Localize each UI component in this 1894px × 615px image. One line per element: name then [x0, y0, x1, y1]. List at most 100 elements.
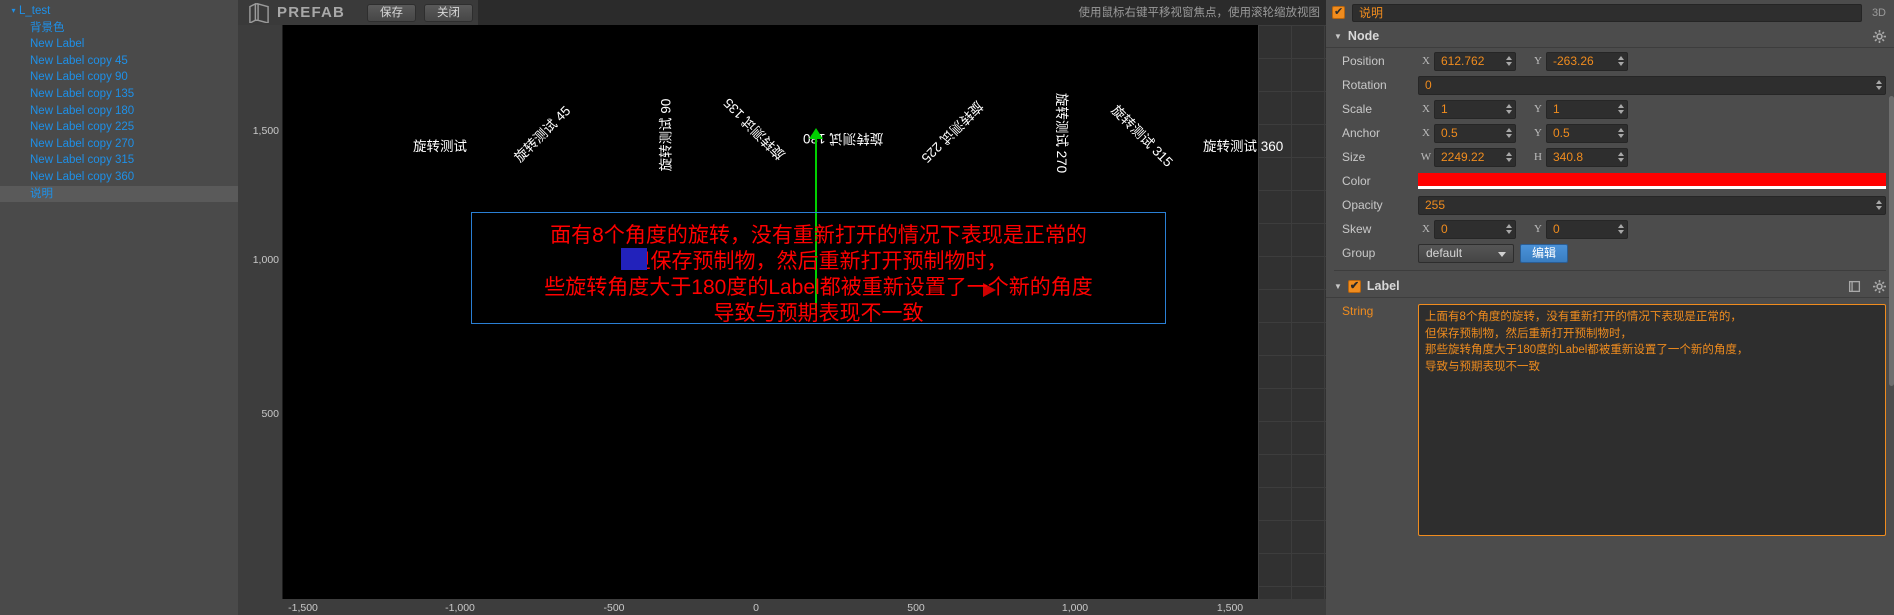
skew-y-input[interactable]: 0 [1546, 219, 1628, 239]
label-enabled-checkbox[interactable] [1347, 279, 1361, 293]
node-section-header[interactable]: ▼ Node [1326, 25, 1894, 48]
scene-label[interactable]: 旋转测试 [413, 135, 467, 155]
property-string: String [1326, 304, 1894, 536]
tree-item-label: New Label copy 90 [30, 71, 128, 84]
tree-item-9[interactable]: New Label copy 360 [0, 169, 238, 186]
size-height-input[interactable]: 340.8 [1546, 147, 1628, 167]
stepper-icon[interactable] [1616, 149, 1626, 166]
property-rotation: Rotation 0 [1326, 74, 1894, 96]
node-enabled-checkbox[interactable] [1332, 5, 1345, 19]
position-x-input[interactable]: 612.762 [1434, 51, 1516, 71]
axis-y-tag: Y [1534, 223, 1542, 235]
tree-item-8[interactable]: New Label copy 315 [0, 152, 238, 169]
scene-label[interactable]: 旋转测试 45 [509, 100, 575, 166]
stepper-icon[interactable] [1504, 221, 1514, 238]
tree-item-3[interactable]: New Label copy 90 [0, 69, 238, 86]
scene-canvas[interactable]: 旋转测试 旋转测试 45 旋转测试 90 旋转测试 135 旋转测试 180 旋转测试 2… [283, 25, 1326, 599]
property-label: Anchor [1342, 126, 1381, 140]
anchor-x-input[interactable]: 0.5 [1434, 123, 1516, 143]
scale-y-input[interactable]: 1 [1546, 99, 1628, 119]
property-position: Position X 612.762 Y -263.26 [1326, 50, 1894, 72]
string-textarea[interactable] [1418, 304, 1886, 536]
hruler-tick: 0 [753, 602, 759, 614]
scene-label[interactable]: 旋转测试 90 [654, 99, 674, 172]
stepper-icon[interactable] [1874, 197, 1884, 214]
scene-label[interactable]: 旋转测试 135 [718, 95, 789, 166]
edit-group-button[interactable]: 编辑 [1520, 243, 1568, 263]
inspector-scrollbar[interactable] [1889, 96, 1894, 386]
gear-icon[interactable] [1873, 280, 1886, 293]
stepper-icon[interactable] [1616, 125, 1626, 142]
property-skew: Skew X 0 Y 0 [1326, 218, 1894, 240]
chevron-down-icon[interactable]: ▼ [1334, 282, 1342, 291]
stepper-icon[interactable] [1504, 101, 1514, 118]
selection-bounding-box[interactable]: 面有8个角度的旋转，没有重新打开的情况下表现是正常的 但保存预制物，然后重新打开预… [471, 212, 1166, 325]
prefab-title: PREFAB [277, 4, 346, 21]
property-opacity: Opacity 255 [1326, 194, 1894, 216]
chevron-down-icon[interactable]: ▾ [8, 3, 19, 20]
rotation-input[interactable]: 0 [1418, 75, 1886, 95]
tree-item-label: New Label copy 225 [30, 121, 135, 134]
tree-item-0[interactable]: 背景色 [0, 20, 238, 37]
book-icon[interactable] [1848, 280, 1861, 293]
hruler-tick: -500 [603, 602, 625, 614]
stepper-icon[interactable] [1504, 53, 1514, 70]
node-header-row: 3D [1326, 0, 1894, 25]
axis-x-tag: X [1422, 223, 1430, 235]
opacity-input[interactable]: 255 [1418, 195, 1886, 215]
chevron-down-icon[interactable]: ▼ [1334, 32, 1342, 41]
property-label: Scale [1342, 102, 1373, 116]
save-button[interactable]: 保存 [367, 3, 417, 22]
gear-icon[interactable] [1873, 30, 1886, 43]
node-name-input[interactable] [1352, 3, 1862, 22]
tree-item-6[interactable]: New Label copy 225 [0, 119, 238, 136]
stepper-icon[interactable] [1504, 125, 1514, 142]
tree-item-7[interactable]: New Label copy 270 [0, 136, 238, 153]
gizmo-y-arrow-icon[interactable] [809, 128, 823, 139]
stepper-icon[interactable] [1616, 101, 1626, 118]
stepper-icon[interactable] [1616, 221, 1626, 238]
opacity-value: 255 [1425, 197, 1446, 212]
stepper-icon[interactable] [1616, 53, 1626, 70]
tree-item-root[interactable]: ▾ L_test [0, 3, 238, 20]
rotation-value: 0 [1425, 77, 1432, 92]
scale-x-value: 1 [1441, 101, 1448, 116]
prefab-logo-icon [249, 2, 269, 23]
vruler-tick: 500 [261, 408, 279, 420]
tree-item-1[interactable]: New Label [0, 36, 238, 53]
tree-item-label: New Label copy 315 [30, 154, 135, 167]
tree-item-10[interactable]: 说明 [0, 185, 238, 203]
stepper-icon[interactable] [1504, 149, 1514, 166]
scene-label[interactable]: 旋转测试 360 [1203, 135, 1283, 155]
skew-x-input[interactable]: 0 [1434, 219, 1516, 239]
position-x-value: 612.762 [1441, 53, 1485, 68]
scale-x-input[interactable]: 1 [1434, 99, 1516, 119]
vertical-ruler[interactable]: 1,500 1,000 500 [238, 25, 283, 615]
scene-label[interactable]: 旋转测试 225 [918, 98, 989, 169]
tree-item-4[interactable]: New Label copy 135 [0, 86, 238, 103]
chevron-down-icon [1498, 251, 1506, 257]
size-height-value: 340.8 [1553, 149, 1584, 164]
vruler-tick: 1,500 [252, 125, 279, 137]
color-swatch[interactable] [1418, 173, 1886, 189]
group-select[interactable]: default [1418, 243, 1514, 263]
scene-label[interactable]: 旋转测试 315 [1108, 100, 1179, 171]
red-text-line: 导致与预期表现不一致 [713, 302, 924, 325]
horizontal-ruler[interactable]: -1,500 -1,000 -500 0 500 1,000 1,500 [238, 599, 1326, 615]
position-y-input[interactable]: -263.26 [1546, 51, 1628, 71]
tree-item-label: New Label copy 135 [30, 87, 135, 100]
tree-item-label: New Label copy 270 [30, 137, 135, 150]
3d-badge: 3D [1871, 6, 1886, 19]
tree-item-2[interactable]: New Label copy 45 [0, 53, 238, 70]
stepper-icon[interactable] [1874, 77, 1884, 94]
label-section-header[interactable]: ▼ Label [1326, 275, 1894, 298]
close-button[interactable]: 关闭 [424, 3, 474, 22]
scene-label[interactable]: 旋转测试 270 [1053, 93, 1073, 173]
string-label: String [1342, 304, 1374, 318]
tree-item-5[interactable]: New Label copy 180 [0, 103, 238, 120]
property-scale: Scale X 1 Y 1 [1326, 98, 1894, 120]
anchor-y-input[interactable]: 0.5 [1546, 123, 1628, 143]
property-size: Size W 2249.22 H 340.8 [1326, 146, 1894, 168]
size-width-input[interactable]: 2249.22 [1434, 147, 1516, 167]
tree-item-label: 背景色 [30, 21, 65, 34]
